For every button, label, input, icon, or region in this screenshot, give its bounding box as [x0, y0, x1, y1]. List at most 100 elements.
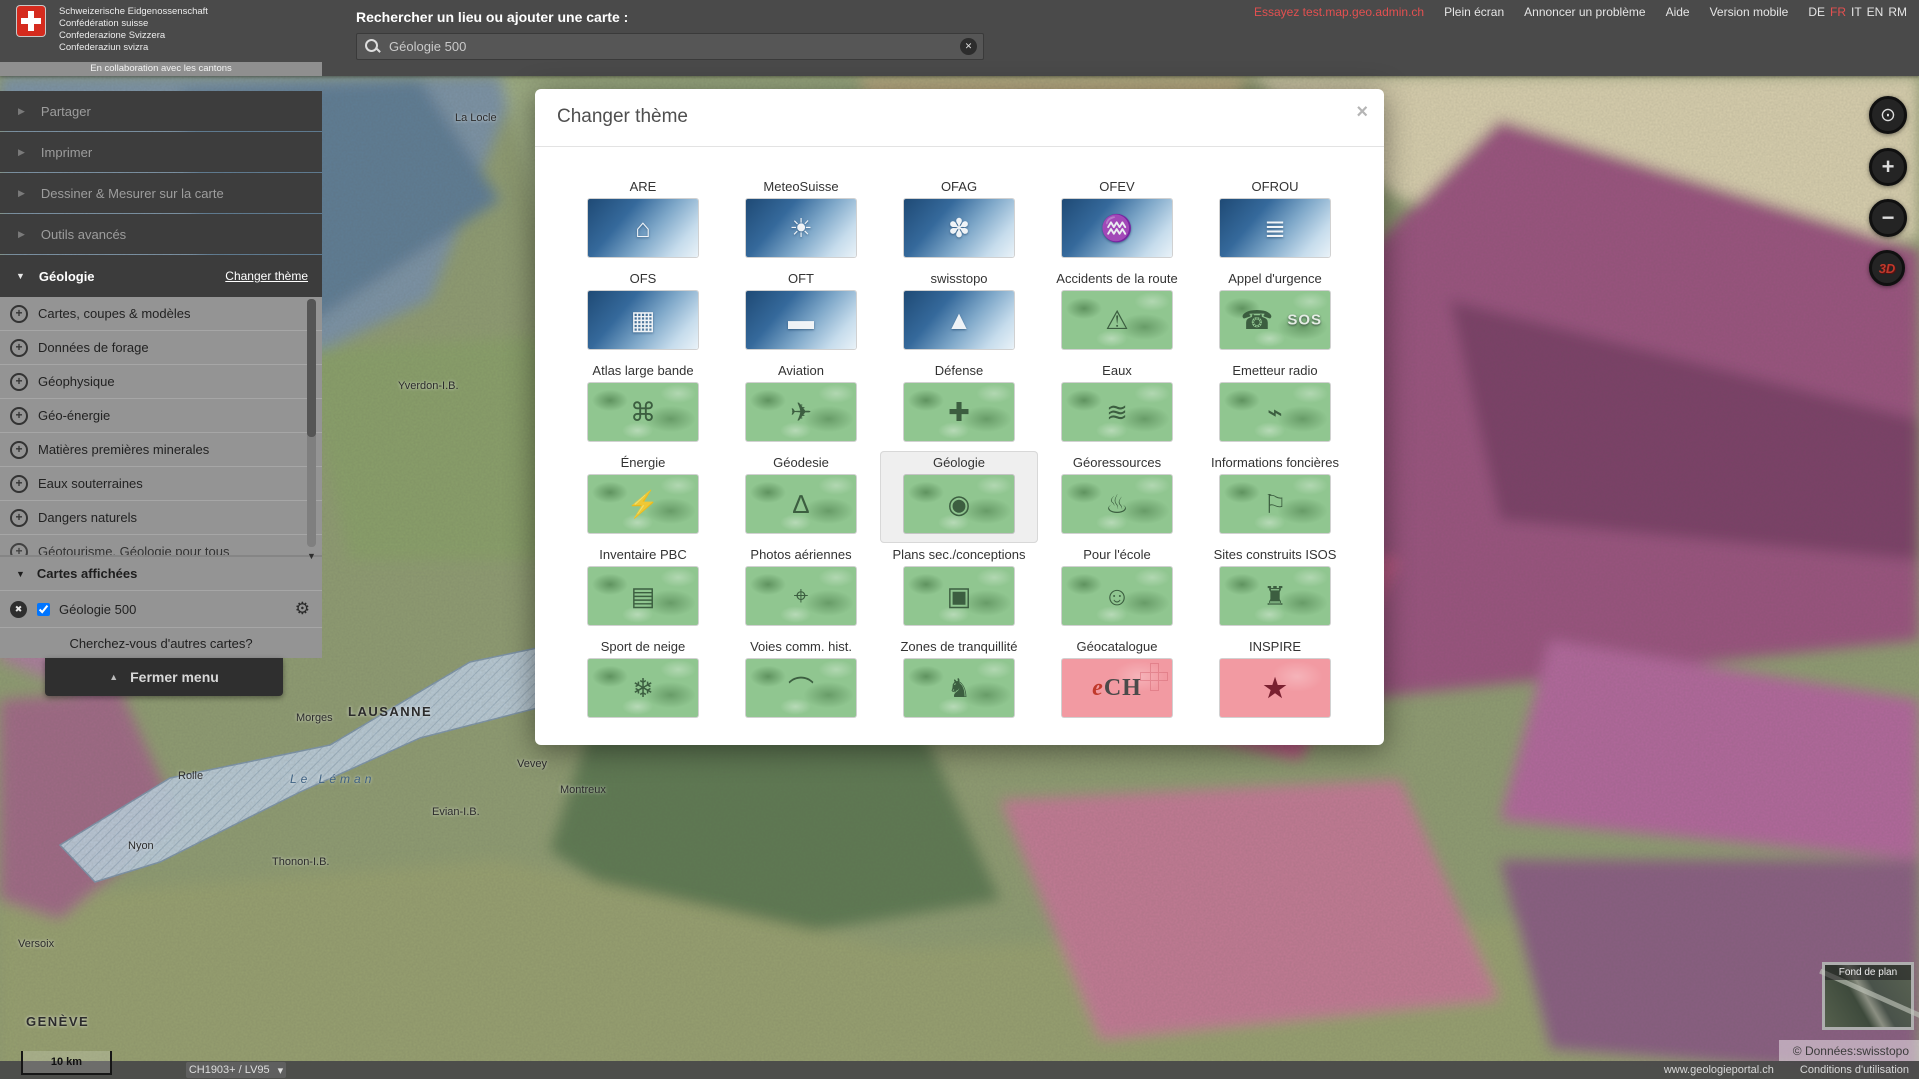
theme-tile-defense[interactable]: Défense✚	[880, 359, 1038, 451]
close-icon[interactable]: ×	[1356, 101, 1368, 124]
help-link[interactable]: Aide	[1666, 5, 1690, 19]
clear-search-icon[interactable]: ✕	[960, 38, 977, 55]
are-thumbnail: ⌂	[588, 199, 698, 257]
sidebar-item-partager[interactable]: ▶ Partager	[0, 91, 322, 131]
theme-tile-energie[interactable]: Énergie⚡	[564, 451, 722, 543]
sidebar-item-dessiner-mesurer[interactable]: ▶ Dessiner & Mesurer sur la carte	[0, 173, 322, 213]
sidebar-section-geologie[interactable]: ▼ Géologie Changer thème	[0, 255, 322, 297]
theme-tile-meteosuisse[interactable]: MeteoSuisse☀	[722, 175, 880, 267]
theme-tile-atlas-large-bande[interactable]: Atlas large bande⌘	[564, 359, 722, 451]
expand-plus-icon: +	[10, 543, 28, 556]
theme-tile-voies-comm-hist[interactable]: Voies comm. hist.⌒	[722, 635, 880, 727]
map-label: Evian-I.B.	[432, 806, 480, 818]
theme-tile-eaux[interactable]: Eaux≋	[1038, 359, 1196, 451]
map-label: Yverdon-I.B.	[398, 380, 459, 392]
theme-tile-geocatalogue[interactable]: GéocatalogueeCH	[1038, 635, 1196, 727]
lang-rm[interactable]: RM	[1888, 5, 1907, 19]
theme-tile-ofag[interactable]: OFAG✽	[880, 175, 1038, 267]
mobile-version-link[interactable]: Version mobile	[1710, 5, 1789, 19]
lang-de[interactable]: DE	[1808, 5, 1825, 19]
basemap-selector[interactable]: Fond de plan	[1822, 962, 1914, 1030]
theme-tile-photos-aeriennes[interactable]: Photos aériennes⌖	[722, 543, 880, 635]
land-info-thumbnail: ⚐	[1220, 475, 1330, 533]
castle-icon: ♜	[1263, 581, 1286, 612]
category-cartes-coupes-modeles[interactable]: + Cartes, coupes & modèles	[0, 297, 322, 330]
theme-tile-informations-foncieres[interactable]: Informations foncières⚐	[1196, 451, 1354, 543]
cantons-collaboration-note: En collaboration avec les cantons	[0, 62, 322, 76]
isos-thumbnail: ♜	[1220, 567, 1330, 625]
theme-tile-ofev[interactable]: OFEV♒	[1038, 175, 1196, 267]
theme-tile-oft[interactable]: OFT▬	[722, 267, 880, 359]
theme-tile-ofrou[interactable]: OFROU≣	[1196, 175, 1354, 267]
dropdown-arrow-icon: ▾	[278, 1064, 284, 1077]
category-dangers-naturels[interactable]: + Dangers naturels	[0, 500, 322, 534]
category-donnees-de-forage[interactable]: + Données de forage	[0, 330, 322, 364]
test-site-link[interactable]: Essayez test.map.geo.admin.ch	[1254, 5, 1424, 19]
caret-right-icon: ▶	[18, 188, 25, 199]
category-eaux-souterraines[interactable]: + Eaux souterraines	[0, 466, 322, 500]
warning-icon: ⚠	[1105, 305, 1128, 336]
zoom-in-button[interactable]: +	[1869, 148, 1907, 186]
sidebar-item-imprimer[interactable]: ▶ Imprimer	[0, 132, 322, 172]
theme-tile-aviation[interactable]: Aviation✈	[722, 359, 880, 451]
remove-layer-icon[interactable]: ✖	[10, 601, 27, 618]
theme-tile-accidents-route[interactable]: Accidents de la route⚠	[1038, 267, 1196, 359]
search-more-maps-link[interactable]: Cherchez-vous d'autres cartes?	[0, 627, 322, 658]
category-geotourisme-clipped[interactable]: + Géotourisme, Géologie pour tous	[0, 534, 322, 555]
sidebar-item-outils-avances[interactable]: ▶ Outils avancés	[0, 214, 322, 254]
zoom-out-button[interactable]: −	[1869, 199, 1907, 237]
portal-link[interactable]: www.geologieportal.ch	[1664, 1064, 1774, 1076]
theme-tile-pour-ecole[interactable]: Pour l'école☺	[1038, 543, 1196, 635]
close-menu-button[interactable]: ▲ Fermer menu	[45, 658, 283, 696]
change-theme-link[interactable]: Changer thème	[225, 269, 308, 283]
theme-tile-are[interactable]: ARE⌂	[564, 175, 722, 267]
lang-it[interactable]: IT	[1851, 5, 1862, 19]
emergency-thumbnail: ☎SOS	[1220, 291, 1330, 349]
search-box: ✕	[356, 33, 984, 60]
theme-tile-inventaire-pbc[interactable]: Inventaire PBC▤	[564, 543, 722, 635]
basemap-label: Fond de plan	[1825, 965, 1911, 980]
scroll-down-icon[interactable]: ▼	[307, 551, 316, 561]
terms-link[interactable]: Conditions d'utilisation	[1800, 1064, 1909, 1076]
toggle-3d-button[interactable]: 3D	[1869, 250, 1905, 286]
layer-visibility-checkbox[interactable]	[37, 603, 50, 616]
theme-tile-appel-urgence[interactable]: Appel d'urgence☎SOS	[1196, 267, 1354, 359]
expand-plus-icon: +	[10, 475, 28, 493]
theme-tile-swisstopo[interactable]: swisstopo▲	[880, 267, 1038, 359]
category-geophysique[interactable]: + Géophysique	[0, 364, 322, 398]
layer-settings-gear-icon[interactable]: ⚙	[295, 599, 310, 619]
plus-icon: +	[1882, 154, 1895, 180]
cross-outline-icon	[1140, 663, 1166, 689]
theme-tile-georessources[interactable]: Géoressources♨	[1038, 451, 1196, 543]
ofs-thumbnail: ▦	[588, 291, 698, 349]
theme-tile-ofs[interactable]: OFS▦	[564, 267, 722, 359]
lang-en[interactable]: EN	[1867, 5, 1884, 19]
waves-icon: ≋	[1106, 397, 1128, 428]
fullscreen-link[interactable]: Plein écran	[1444, 5, 1504, 19]
theme-tile-geodesie[interactable]: Géodesie∆	[722, 451, 880, 543]
lang-fr[interactable]: FR	[1830, 5, 1846, 19]
theme-tile-sport-de-neige[interactable]: Sport de neige❄	[564, 635, 722, 727]
theme-tile-sites-isos[interactable]: Sites construits ISOS♜	[1196, 543, 1354, 635]
theme-tile-inspire[interactable]: INSPIRE★	[1196, 635, 1354, 727]
environment-icon: ♒	[1101, 213, 1133, 244]
language-switcher: DE FR IT EN RM	[1808, 5, 1907, 19]
list-scrollbar[interactable]: ▼	[307, 299, 316, 547]
ofag-thumbnail: ✽	[904, 199, 1014, 257]
scrollbar-thumb[interactable]	[307, 299, 316, 437]
theme-tile-zones-tranquillite[interactable]: Zones de tranquillité♞	[880, 635, 1038, 727]
lightning-icon: ⚡	[627, 489, 659, 520]
snow-sport-thumbnail: ❄	[588, 659, 698, 717]
projection-select[interactable]: CH1903+ / LV95 ▾	[186, 1062, 286, 1078]
displayed-maps-header[interactable]: ▼ Cartes affichées	[0, 555, 322, 590]
category-matieres-premieres[interactable]: + Matières premières minerales	[0, 432, 322, 466]
theme-tile-plans-sectoriels[interactable]: Plans sec./conceptions▣	[880, 543, 1038, 635]
bridge-icon: ⌒	[788, 670, 814, 707]
theme-tile-emetteur-radio[interactable]: Emetteur radio⌁	[1196, 359, 1354, 451]
theme-tile-geologie-selected[interactable]: Géologie◉	[880, 451, 1038, 543]
search-input[interactable]	[356, 33, 984, 60]
thermometer-icon: ♨	[1105, 489, 1128, 520]
geolocate-button[interactable]: ⊙	[1869, 96, 1907, 134]
category-geo-energie[interactable]: + Géo-énergie	[0, 398, 322, 432]
report-problem-link[interactable]: Annoncer un problème	[1524, 5, 1645, 19]
